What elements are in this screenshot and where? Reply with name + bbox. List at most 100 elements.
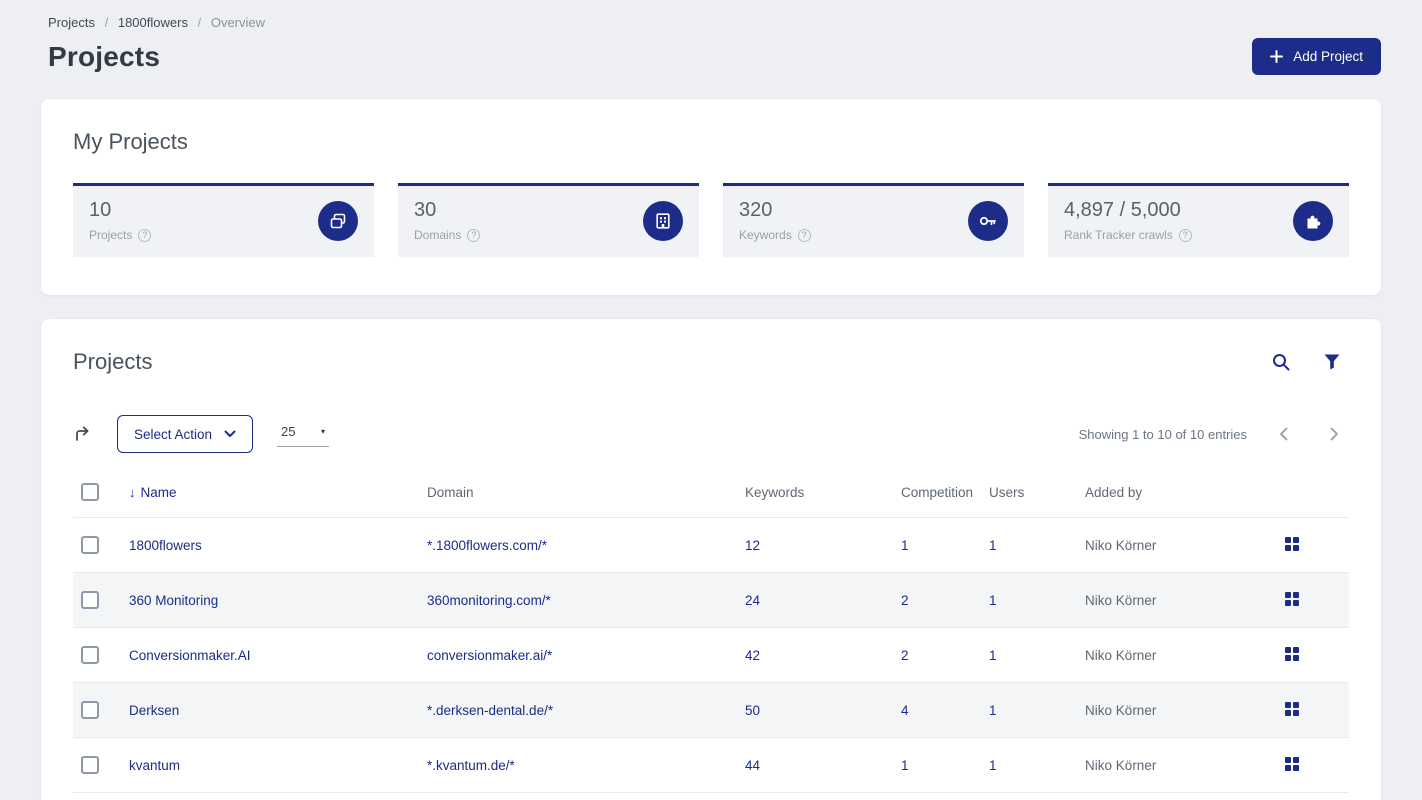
stat-text: 320 Keywords ? [739, 199, 811, 242]
select-all-checkbox[interactable] [81, 483, 99, 501]
help-icon[interactable]: ? [138, 228, 152, 242]
projects-icon [318, 200, 358, 241]
row-checkbox[interactable] [81, 646, 99, 664]
stat-domains-value: 30 [414, 199, 437, 221]
breadcrumb-separator: / [104, 15, 109, 30]
breadcrumb: Projects / 1800flowers / Overview [41, 0, 1381, 30]
domains-icon [643, 200, 683, 241]
keywords-count-link[interactable]: 50 [745, 703, 760, 718]
project-name-link[interactable]: 360 Monitoring [129, 593, 218, 608]
project-name-link[interactable]: 1800flowers [129, 538, 202, 553]
project-name-link[interactable]: kvantum [129, 758, 180, 773]
table-row: Conversionmaker.AI conversionmaker.ai/* … [73, 627, 1349, 683]
competition-count-link[interactable]: 1 [901, 538, 909, 553]
row-checkbox[interactable] [81, 591, 99, 609]
stat-keywords-value: 320 [739, 199, 773, 221]
stat-projects: 10 Projects ? [73, 183, 374, 257]
apps-grid-icon[interactable] [1285, 646, 1300, 661]
project-name-link[interactable]: Conversionmaker.AI [129, 648, 251, 663]
competition-count-link[interactable]: 2 [901, 648, 909, 663]
keywords-count-link[interactable]: 24 [745, 593, 760, 608]
help-icon[interactable]: ? [467, 228, 481, 242]
stats-row: 10 Projects ? 30 Domains ? 320 Keywords … [73, 183, 1349, 257]
table-header-row: ↓ Name Domain Keywords Competition Users … [73, 475, 1349, 518]
row-checkbox[interactable] [81, 756, 99, 774]
added-by-cell: Niko Körner [1077, 682, 1278, 738]
title-row: Projects Add Project [41, 38, 1381, 75]
apps-grid-icon[interactable] [1285, 591, 1300, 606]
page: Projects / 1800flowers / Overview Projec… [0, 0, 1422, 800]
table-row: 360 Monitoring 360monitoring.com/* 24 2 … [73, 572, 1349, 628]
column-header-name[interactable]: ↓ Name [121, 475, 419, 518]
project-domain-link[interactable]: *.1800flowers.com/* [427, 538, 547, 553]
users-count-link[interactable]: 1 [989, 648, 997, 663]
stat-text: 30 Domains ? [414, 199, 481, 242]
stat-text: 10 Projects ? [89, 199, 152, 242]
column-header-added-by[interactable]: Added by [1077, 475, 1277, 518]
chevron-left-icon[interactable] [1269, 423, 1298, 445]
add-project-label: Add Project [1293, 49, 1363, 64]
keywords-count-link[interactable]: 42 [745, 648, 760, 663]
row-checkbox[interactable] [81, 536, 99, 554]
stat-crawls-label: Rank Tracker crawls [1064, 228, 1173, 242]
breadcrumb-overview: Overview [210, 15, 266, 30]
project-domain-link[interactable]: 360monitoring.com/* [427, 593, 551, 608]
users-count-link[interactable]: 1 [989, 538, 997, 553]
add-project-button[interactable]: Add Project [1252, 38, 1381, 75]
column-header-competition[interactable]: Competition [893, 475, 981, 518]
table-row: kvantum *.kvantum.de/* 44 1 1 Niko Körne… [73, 737, 1349, 793]
column-header-keywords[interactable]: Keywords [737, 475, 893, 518]
stat-text: 4,897 / 5,000 Rank Tracker crawls ? [1064, 199, 1192, 242]
my-projects-card: My Projects 10 Projects ? 30 Domains ? 3… [41, 99, 1381, 295]
project-domain-link[interactable]: *.kvantum.de/* [427, 758, 515, 773]
stat-crawls-value: 4,897 / 5,000 [1064, 199, 1181, 221]
help-icon[interactable]: ? [1178, 228, 1192, 242]
filter-icon[interactable] [1323, 353, 1341, 371]
page-size-select[interactable]: 25 ▾ [277, 422, 330, 447]
users-count-link[interactable]: 1 [989, 703, 997, 718]
column-header-users[interactable]: Users [981, 475, 1077, 518]
plus-icon [1270, 50, 1284, 63]
sort-desc-icon[interactable]: ↓ [129, 485, 136, 500]
apps-grid-icon[interactable] [1285, 536, 1300, 551]
column-header-domain[interactable]: Domain [419, 475, 737, 518]
stat-domains-label: Domains [414, 228, 462, 242]
select-caret-icon: ▾ [321, 426, 326, 436]
breadcrumb-projects[interactable]: Projects [48, 15, 95, 30]
keywords-count-link[interactable]: 12 [745, 538, 760, 553]
pagination-status: Showing 1 to 10 of 10 entries [1078, 426, 1247, 442]
keywords-count-link[interactable]: 44 [745, 758, 760, 773]
competition-count-link[interactable]: 1 [901, 758, 909, 773]
competition-count-link[interactable]: 2 [901, 593, 909, 608]
project-domain-link[interactable]: *.derksen-dental.de/* [427, 703, 553, 718]
column-header-actions [1277, 475, 1349, 518]
keywords-icon [968, 200, 1008, 241]
help-icon[interactable]: ? [797, 228, 811, 242]
stat-keywords-label: Keywords [739, 228, 792, 242]
project-domain-link[interactable]: conversionmaker.ai/* [427, 648, 552, 663]
search-icon[interactable] [1271, 352, 1291, 372]
breadcrumb-1800flowers[interactable]: 1800flowers [118, 15, 188, 30]
select-action-dropdown[interactable]: Select Action [117, 415, 254, 453]
apps-grid-icon[interactable] [1285, 701, 1300, 716]
added-by-cell: Niko Körner [1077, 737, 1278, 793]
users-count-link[interactable]: 1 [989, 758, 997, 773]
users-count-link[interactable]: 1 [989, 593, 997, 608]
added-by-cell: Niko Körner [1077, 627, 1278, 683]
added-by-cell: Niko Körner [1077, 572, 1278, 628]
competition-count-link[interactable]: 4 [901, 703, 909, 718]
rank-tracker-icon [1293, 200, 1333, 241]
my-projects-title: My Projects [73, 129, 188, 154]
chevron-right-icon[interactable] [1320, 423, 1349, 445]
project-name-link[interactable]: Derksen [129, 703, 179, 718]
page-title: Projects [48, 40, 161, 72]
table-toolbar: Select Action 25 ▾ Showing 1 to 10 of 10… [73, 415, 1349, 453]
table-row: Derksen *.derksen-dental.de/* 50 4 1 Nik… [73, 682, 1349, 738]
row-checkbox[interactable] [81, 701, 99, 719]
stat-keywords: 320 Keywords ? [723, 183, 1024, 257]
projects-table-card: Projects Select Action 25 ▾ Showing 1 to… [41, 319, 1381, 800]
chevron-down-icon [224, 430, 236, 438]
select-action-label: Select Action [134, 426, 213, 442]
apps-grid-icon[interactable] [1285, 756, 1300, 771]
export-icon[interactable] [73, 424, 93, 444]
